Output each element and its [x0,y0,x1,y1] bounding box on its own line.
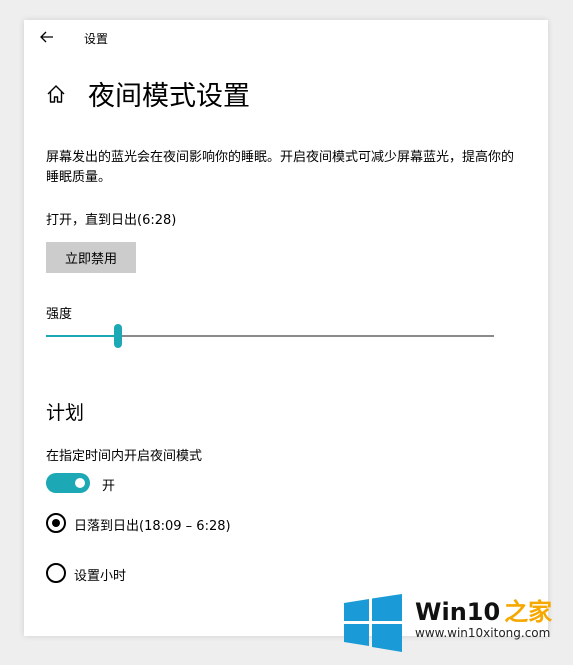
radio-sunset-to-sunrise[interactable] [46,513,66,533]
strength-slider[interactable] [46,324,494,348]
schedule-toggle[interactable] [46,473,90,493]
toggle-knob [75,478,85,488]
watermark-brand-main: Win10 [415,598,501,626]
schedule-toggle-label: 在指定时间内开启夜间模式 [46,449,203,464]
titlebar: 设置 [24,20,548,54]
watermark-brand-accent: 之家 [504,598,553,626]
arrow-left-icon [40,31,53,43]
windows-logo-icon [344,594,402,652]
status-text: 打开，直到日出(6:28) [46,213,177,228]
home-button[interactable] [44,82,68,106]
radio-set-hours-label: 设置小时 [74,569,127,584]
settings-window: 设置 夜间模式设置 屏幕发出的蓝光会在夜间影响你的睡眠。开启夜间模式可减少屏幕蓝… [24,20,548,636]
slider-fill [46,335,118,337]
strength-label: 强度 [46,307,73,322]
radio-set-hours[interactable] [46,563,66,583]
toggle-state-text: 开 [102,479,116,494]
back-button[interactable] [36,26,58,48]
page-title: 夜间模式设置 [88,81,250,112]
window-title: 设置 [84,32,109,46]
schedule-title: 计划 [46,402,85,424]
home-icon [47,85,65,103]
watermark-brand: Win10 之家 [415,592,552,627]
watermark: Win10 之家 www.win10xitong.com [337,584,573,665]
disable-now-button[interactable]: 立即禁用 [46,242,136,273]
watermark-url: www.win10xitong.com [415,626,551,640]
radio-sunset-label: 日落到日出(18:09 – 6:28) [74,519,231,534]
slider-thumb[interactable] [113,324,122,348]
description-text: 屏幕发出的蓝光会在夜间影响你的睡眠。开启夜间模式可减少屏幕蓝光，提高你的睡眠质量… [46,150,515,185]
